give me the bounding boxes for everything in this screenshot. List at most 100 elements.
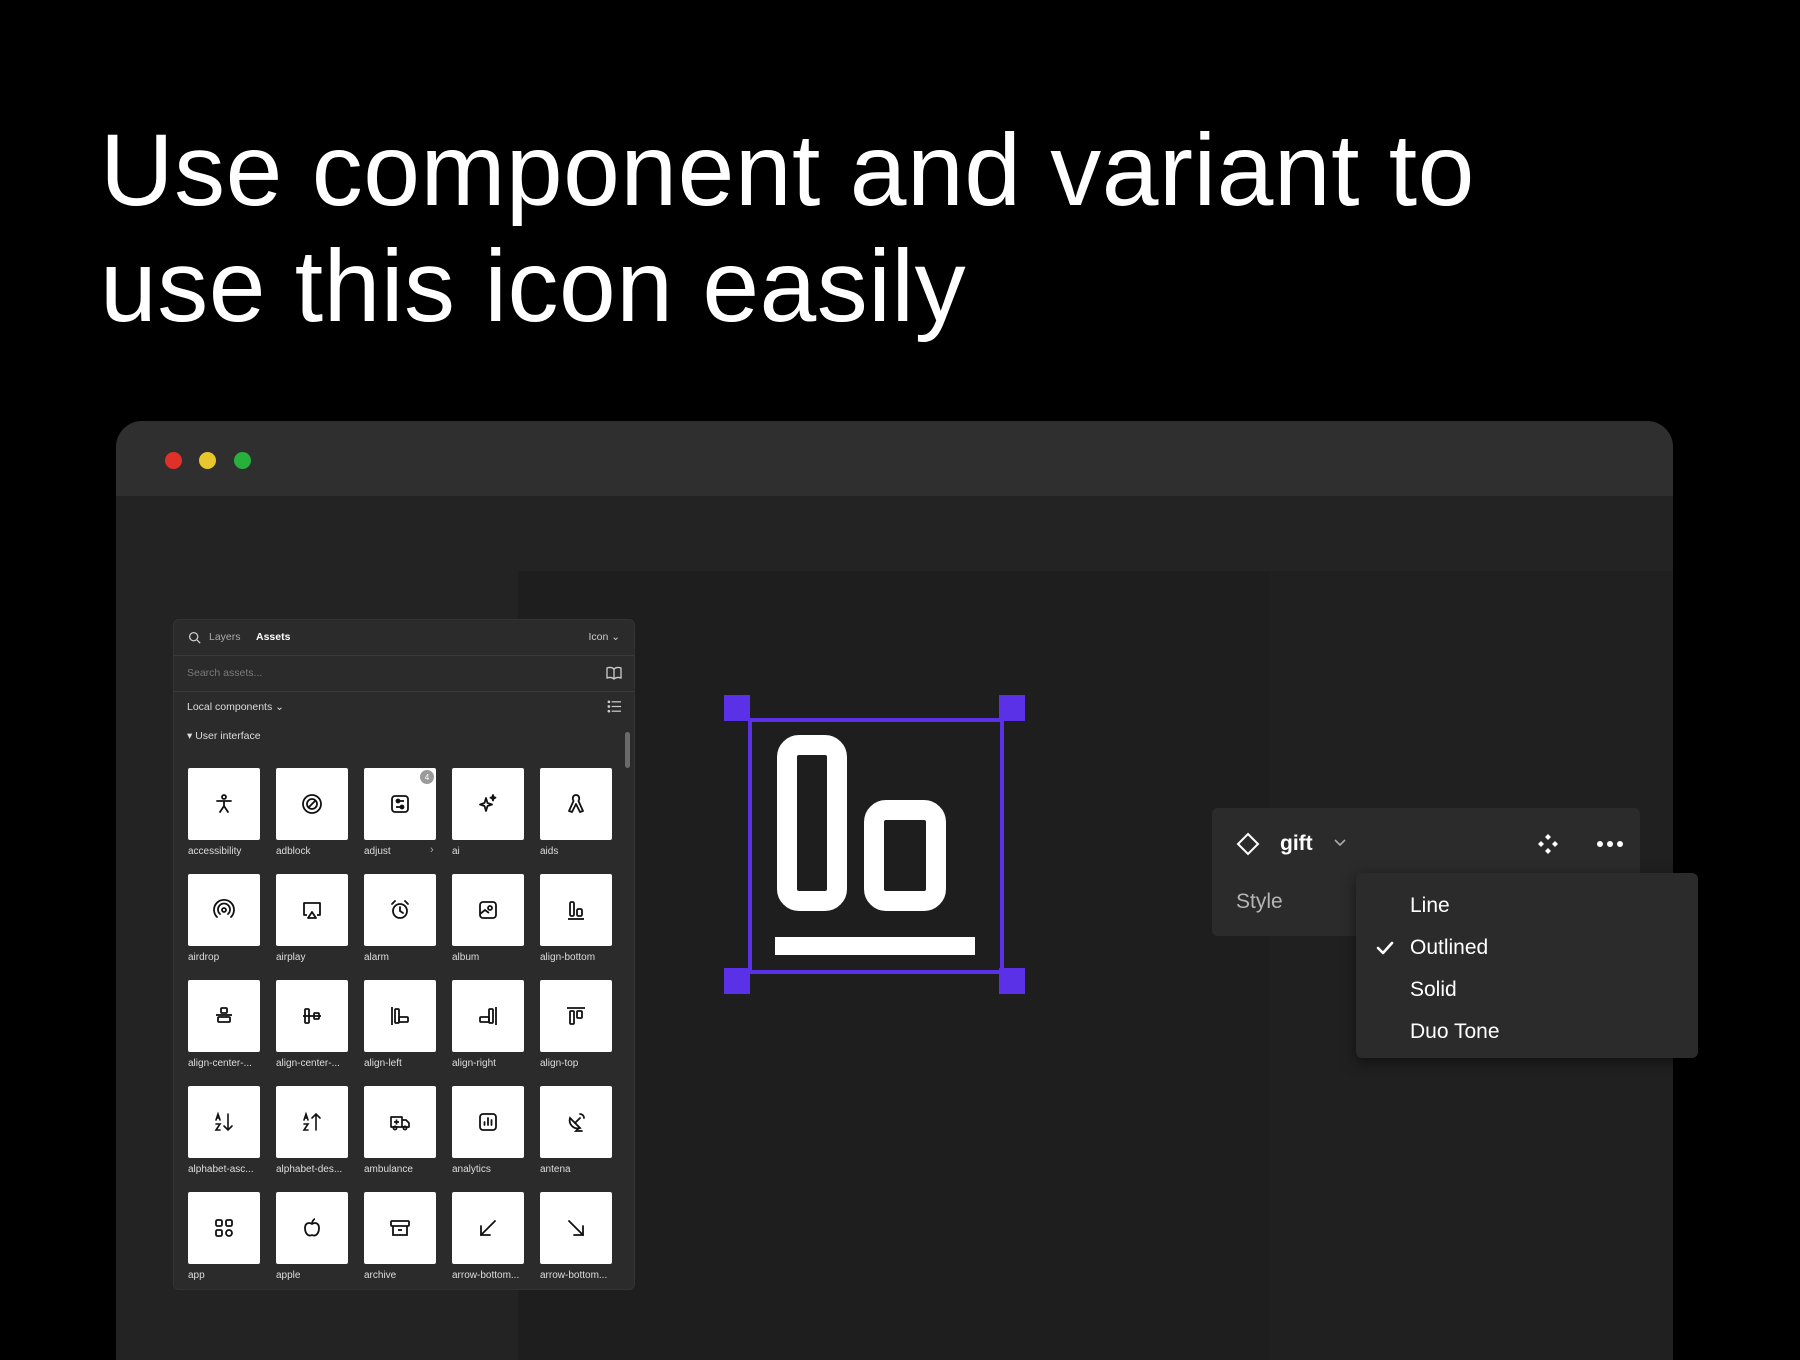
airplay-icon bbox=[303, 902, 321, 919]
album-icon bbox=[479, 901, 497, 919]
tile-preview bbox=[540, 1192, 612, 1264]
panel-tabs: Layers Assets Icon ⌄ bbox=[174, 620, 634, 656]
align-bottom-icon[interactable] bbox=[770, 730, 982, 960]
asset-tile[interactable]: airdrop bbox=[188, 874, 260, 963]
tile-preview bbox=[188, 1192, 260, 1264]
asset-tile[interactable]: align-left bbox=[364, 980, 436, 1069]
book-icon[interactable] bbox=[606, 665, 622, 681]
resize-handle-top-left[interactable] bbox=[724, 695, 750, 721]
chevron-right-icon[interactable]: › bbox=[430, 844, 434, 856]
checkmark-icon bbox=[1376, 941, 1394, 955]
tile-preview bbox=[276, 768, 348, 840]
tile-preview bbox=[188, 874, 260, 946]
tile-preview bbox=[540, 1086, 612, 1158]
asset-tile[interactable]: app bbox=[188, 1192, 260, 1281]
tile-label: app bbox=[188, 1270, 205, 1281]
resize-handle-top-right[interactable] bbox=[999, 695, 1025, 721]
tile-label: align-top bbox=[540, 1058, 579, 1069]
tile-label: align-right bbox=[452, 1058, 496, 1069]
close-window-button[interactable] bbox=[165, 452, 182, 469]
tile-label: antena bbox=[540, 1164, 571, 1175]
asset-tile[interactable]: archive bbox=[364, 1192, 436, 1281]
asset-tile[interactable]: antena bbox=[540, 1086, 612, 1175]
asset-tile[interactable]: 4 adjust bbox=[364, 768, 436, 857]
style-option-solid[interactable]: Solid bbox=[1356, 969, 1698, 1009]
tile-preview bbox=[276, 1192, 348, 1264]
library-select[interactable]: Icon ⌄ bbox=[588, 631, 620, 643]
asset-tile[interactable]: align-center-... bbox=[188, 980, 260, 1069]
alphabet-descending-icon bbox=[302, 1111, 321, 1131]
component-variants-icon[interactable] bbox=[1536, 832, 1560, 856]
style-option-line[interactable]: Line bbox=[1356, 885, 1698, 925]
alphabet-ascending-icon bbox=[214, 1111, 233, 1132]
app-grid-icon bbox=[215, 1219, 233, 1237]
asset-tile[interactable]: ai bbox=[452, 768, 524, 857]
tile-label: airdrop bbox=[188, 952, 220, 963]
asset-tile[interactable]: accessibility bbox=[188, 768, 260, 857]
search-input[interactable]: Search assets... bbox=[187, 667, 262, 679]
asset-tile[interactable]: align-top bbox=[540, 980, 612, 1069]
asset-tile[interactable]: alphabet-asc... bbox=[188, 1086, 260, 1175]
resize-handle-bottom-left[interactable] bbox=[724, 968, 750, 994]
tile-preview bbox=[188, 1086, 260, 1158]
tile-label: alphabet-asc... bbox=[188, 1164, 254, 1175]
tile-label: album bbox=[452, 952, 480, 963]
component-name[interactable]: gift bbox=[1280, 832, 1313, 856]
asset-tile[interactable]: ambulance bbox=[364, 1086, 436, 1175]
asset-tile[interactable]: alarm bbox=[364, 874, 436, 963]
page-headline: Use component and variant to use this ic… bbox=[100, 112, 1600, 344]
tile-preview bbox=[276, 980, 348, 1052]
resize-handle-bottom-right[interactable] bbox=[999, 968, 1025, 994]
headline-line-1: Use component and variant to bbox=[100, 113, 1475, 227]
align-left-icon bbox=[391, 1007, 409, 1025]
align-center-vertical-icon bbox=[303, 1008, 321, 1024]
tile-preview bbox=[276, 1086, 348, 1158]
align-right-icon bbox=[479, 1007, 497, 1025]
asset-tile[interactable]: alphabet-des... bbox=[276, 1086, 348, 1175]
tile-preview bbox=[188, 768, 260, 840]
asset-tile[interactable]: align-bottom bbox=[540, 874, 612, 963]
search-icon[interactable] bbox=[188, 631, 201, 644]
adblock-icon bbox=[302, 794, 322, 814]
component-instance-icon bbox=[1236, 832, 1260, 856]
tile-label: align-left bbox=[364, 1058, 402, 1069]
list-view-icon[interactable] bbox=[607, 699, 622, 714]
tile-preview bbox=[364, 980, 436, 1052]
scrollbar[interactable] bbox=[625, 732, 630, 768]
tab-assets[interactable]: Assets bbox=[256, 631, 290, 643]
tile-label: archive bbox=[364, 1270, 397, 1281]
style-option-outlined[interactable]: Outlined bbox=[1356, 927, 1698, 967]
align-bottom-icon bbox=[568, 901, 584, 920]
ambulance-icon bbox=[390, 1116, 410, 1131]
asset-tile[interactable]: arrow-bottom... bbox=[540, 1192, 612, 1281]
zoom-window-button[interactable] bbox=[234, 452, 251, 469]
asset-tile[interactable]: align-center-... bbox=[276, 980, 348, 1069]
style-property-label: Style bbox=[1236, 890, 1283, 913]
alarm-icon bbox=[391, 900, 409, 919]
asset-tile[interactable]: aids bbox=[540, 768, 612, 857]
section-user-interface[interactable]: ▾ User interface bbox=[187, 730, 261, 742]
apple-icon bbox=[304, 1218, 320, 1237]
asset-tile[interactable]: airplay bbox=[276, 874, 348, 963]
tile-preview bbox=[452, 1086, 524, 1158]
tile-preview bbox=[364, 1192, 436, 1264]
tab-layers[interactable]: Layers bbox=[209, 631, 241, 643]
minimize-window-button[interactable] bbox=[199, 452, 216, 469]
chevron-down-icon[interactable] bbox=[1332, 834, 1348, 850]
asset-tile[interactable]: apple bbox=[276, 1192, 348, 1281]
align-top-icon bbox=[567, 1007, 585, 1025]
asset-tile[interactable]: analytics bbox=[452, 1086, 524, 1175]
asset-tile[interactable]: align-right bbox=[452, 980, 524, 1069]
local-components-dropdown[interactable]: Local components ⌄ bbox=[187, 701, 284, 713]
style-option-duo-tone[interactable]: Duo Tone bbox=[1356, 1011, 1698, 1051]
tile-preview bbox=[540, 768, 612, 840]
tile-preview bbox=[452, 768, 524, 840]
more-options-icon[interactable] bbox=[1594, 832, 1626, 856]
tile-preview: 4 bbox=[364, 768, 436, 840]
asset-tile[interactable]: adblock bbox=[276, 768, 348, 857]
asset-tile[interactable]: album bbox=[452, 874, 524, 963]
tile-label: arrow-bottom... bbox=[540, 1270, 608, 1281]
tile-label: aids bbox=[540, 846, 559, 857]
tile-label: arrow-bottom... bbox=[452, 1270, 520, 1281]
asset-tile[interactable]: arrow-bottom... bbox=[452, 1192, 524, 1281]
